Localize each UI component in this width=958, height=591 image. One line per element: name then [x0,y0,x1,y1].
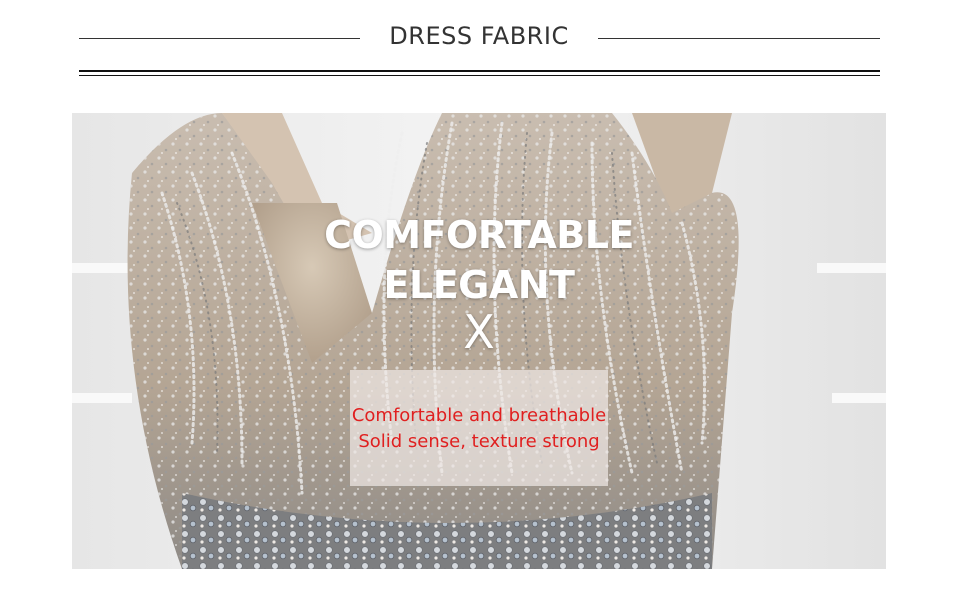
caption-line-texture: Solid sense, texture strong [358,431,600,452]
headline-comfortable: COMFORTABLE [324,213,634,257]
header-rule-thin [79,75,880,76]
headline-elegant: ELEGANT [383,263,575,307]
headline-mark: X [463,305,495,359]
caption-box: Comfortable and breathable Solid sense, … [350,370,608,486]
section-title: DRESS FABRIC [389,22,569,50]
caption-line-breathable: Comfortable and breathable [351,405,607,426]
header-rule-thick [79,70,880,72]
header-divider-right [598,38,880,39]
section-header: DRESS FABRIC [0,0,958,80]
header-divider-left [79,38,360,39]
dress-fabric-photo: COMFORTABLE ELEGANT X Comfortable and br… [72,113,886,569]
